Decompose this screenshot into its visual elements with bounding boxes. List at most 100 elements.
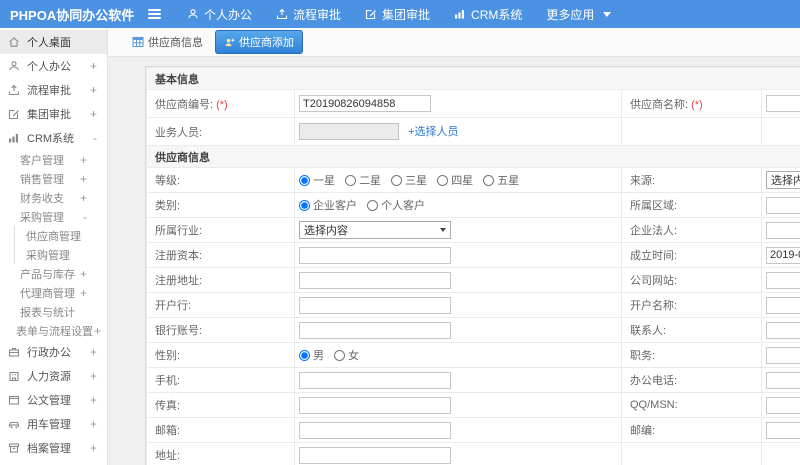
gender-option[interactable]: 女 <box>334 347 359 363</box>
fax-input[interactable] <box>299 396 451 414</box>
field-label: 成立时间: <box>630 250 678 262</box>
row-mobile-officephone: 手机: 办公电话: <box>146 367 800 393</box>
sidebar-item-human-resources[interactable]: 人力资源 + <box>0 364 107 388</box>
bank-account-input[interactable] <box>299 321 451 339</box>
sidebar-item-product-stock[interactable]: 产品与库存 + <box>0 264 107 283</box>
sidebar-item-archive-mgmt[interactable]: 档案管理 + <box>0 436 107 460</box>
website-input[interactable] <box>766 271 800 289</box>
zip-input[interactable] <box>766 421 800 439</box>
sidebar-item-agent-mgmt[interactable]: 代理商管理 + <box>0 283 107 302</box>
level-option[interactable]: 二星 <box>345 172 381 188</box>
gender-option[interactable]: 男 <box>299 347 324 363</box>
sidebar-item-reports[interactable]: 报表与统计 <box>0 302 107 321</box>
caret-down-icon <box>440 228 446 232</box>
sidebar-item-purchasing[interactable]: 采购管理 <box>14 245 107 264</box>
office-phone-input[interactable] <box>766 371 800 389</box>
category-option[interactable]: 个人客户 <box>367 197 425 213</box>
expander[interactable]: + <box>80 286 87 300</box>
row-level-source: 等级: 一星 二星 三星 四星 五星 来源: 选择内容 <box>146 167 800 193</box>
nav-label: 集团审批 <box>382 7 431 22</box>
supplier-no-input[interactable] <box>299 95 431 112</box>
radio-input[interactable] <box>367 199 379 211</box>
expander[interactable]: + <box>90 59 97 73</box>
level-option[interactable]: 一星 <box>299 172 335 188</box>
radio-input[interactable] <box>437 174 449 186</box>
sidebar-item-vehicle-mgmt[interactable]: 用车管理 + <box>0 412 107 436</box>
qq-input[interactable] <box>766 396 800 414</box>
tab-supplier-info[interactable]: 供应商信息 <box>132 34 203 50</box>
source-select[interactable]: 选择内容 <box>766 171 800 189</box>
sidebar-item-finance[interactable]: 财务收支 + <box>0 188 107 207</box>
sidebar-item-customer-mgmt[interactable]: 客户管理 + <box>0 150 107 169</box>
sidebar-item-document-mgmt[interactable]: 公文管理 + <box>0 388 107 412</box>
radio-input[interactable] <box>334 349 346 361</box>
collapser[interactable]: - <box>83 210 87 224</box>
category-option[interactable]: 企业客户 <box>299 197 357 213</box>
account-name-input[interactable] <box>766 296 800 314</box>
bank-input[interactable] <box>299 296 451 314</box>
founded-date-input[interactable] <box>766 246 800 264</box>
sales-person-input[interactable] <box>299 123 399 141</box>
expander[interactable]: + <box>90 441 97 455</box>
sidebar-item-sales-mgmt[interactable]: 销售管理 + <box>0 169 107 188</box>
expander[interactable]: + <box>90 107 97 121</box>
sidebar-item-form-flow-settings[interactable]: 表单与流程设置 + <box>0 321 107 340</box>
expander[interactable]: + <box>90 417 97 431</box>
legal-person-input[interactable] <box>766 221 800 239</box>
reg-capital-input[interactable] <box>299 246 451 264</box>
nav-group-approval[interactable]: 集团审批 <box>365 6 430 23</box>
nav-label: 个人办公 <box>204 7 253 22</box>
sidebar-item-personal-desktop[interactable]: 个人桌面 <box>0 30 107 54</box>
industry-select[interactable]: 选择内容 <box>299 221 451 239</box>
radio-input[interactable] <box>299 349 310 361</box>
expander[interactable]: + <box>90 345 97 359</box>
email-input[interactable] <box>299 421 451 439</box>
radio-input[interactable] <box>299 199 310 211</box>
tab-supplier-add[interactable]: 供应商添加 <box>215 30 303 54</box>
field-label: 注册地址: <box>155 275 203 287</box>
expander[interactable]: + <box>90 83 97 97</box>
expander[interactable]: + <box>80 267 87 281</box>
sidebar-item-workflow-approval[interactable]: 流程审批 + <box>0 78 107 102</box>
expander[interactable]: + <box>80 172 87 186</box>
sidebar-item-admin-office[interactable]: 行政办公 + <box>0 340 107 364</box>
section-basic-info: 基本信息 <box>146 67 800 90</box>
level-option[interactable]: 三星 <box>391 172 427 188</box>
sidebar-item-group-approval[interactable]: 集团审批 + <box>0 102 107 126</box>
radio-input[interactable] <box>345 174 357 186</box>
expander[interactable]: + <box>90 369 97 383</box>
reg-address-input[interactable] <box>299 271 451 289</box>
expander[interactable]: + <box>80 153 87 167</box>
sidebar-item-supplier-mgmt[interactable]: 供应商管理 <box>14 226 107 245</box>
choose-person-link[interactable]: +选择人员 <box>408 126 458 138</box>
user-icon <box>9 61 19 71</box>
address-input[interactable] <box>299 446 451 464</box>
expander[interactable]: + <box>90 393 97 407</box>
level-option[interactable]: 四星 <box>437 172 473 188</box>
expander[interactable]: + <box>94 324 101 338</box>
region-input[interactable] <box>766 196 800 214</box>
sidebar-item-purchase-mgmt[interactable]: 采购管理 - <box>0 207 107 226</box>
nav-more-apps[interactable]: 更多应用 <box>546 6 612 23</box>
nav-personal-office[interactable]: 个人办公 <box>187 6 252 23</box>
field-label: 联系人: <box>630 325 667 337</box>
hamburger-icon[interactable] <box>146 5 163 23</box>
field-label: 地址: <box>155 450 181 462</box>
level-option[interactable]: 五星 <box>483 172 519 188</box>
radio-input[interactable] <box>391 174 403 186</box>
supplier-name-input[interactable] <box>766 95 800 112</box>
expander[interactable]: + <box>80 191 87 205</box>
field-label: 所属行业: <box>155 225 203 237</box>
field-label: 邮编: <box>630 425 656 437</box>
nav-label: 更多应用 <box>546 7 595 22</box>
position-input[interactable] <box>766 346 800 364</box>
radio-input[interactable] <box>299 174 310 186</box>
collapser[interactable]: - <box>93 131 97 145</box>
contact-input[interactable] <box>766 321 800 339</box>
mobile-input[interactable] <box>299 371 451 389</box>
sidebar-item-crm-system[interactable]: CRM系统 - <box>0 126 107 150</box>
nav-workflow-approval[interactable]: 流程审批 <box>276 6 341 23</box>
nav-crm-system[interactable]: CRM系统 <box>454 6 522 23</box>
sidebar-item-personal-office[interactable]: 个人办公 + <box>0 54 107 78</box>
radio-input[interactable] <box>483 174 495 186</box>
